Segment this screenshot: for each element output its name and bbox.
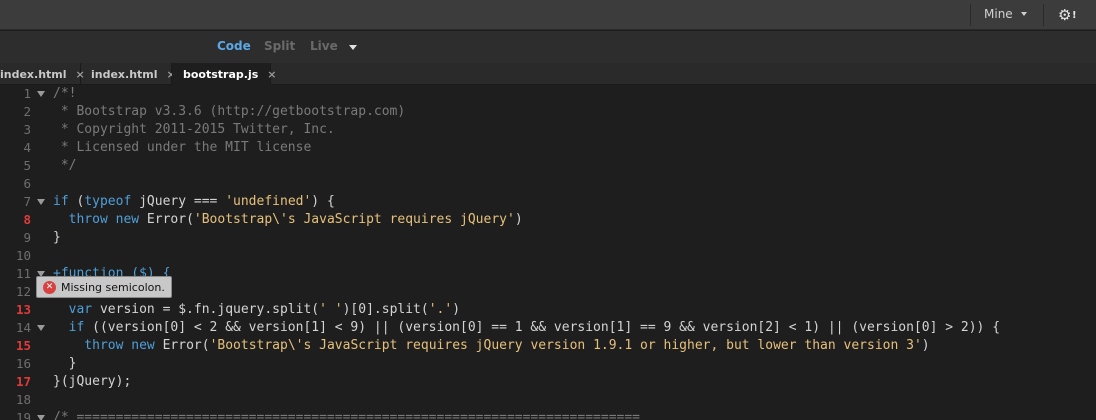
- error-icon: ✕: [43, 280, 56, 294]
- fold-arrow-icon[interactable]: [37, 325, 45, 331]
- code-line: 8 throw new Error('Bootstrap\'s JavaScri…: [0, 211, 1096, 229]
- lint-error-tooltip: ✕ Missing semicolon.: [36, 276, 172, 298]
- tab-index-html-1[interactable]: index.html ×: [0, 63, 85, 85]
- tab-index-html-2[interactable]: index.html ×: [81, 63, 176, 85]
- top-toolbar: Mine ⚙!: [0, 0, 1096, 30]
- live-options-chevron-down-icon[interactable]: [349, 45, 357, 50]
- tab-label: index.html: [91, 67, 158, 81]
- line-number: 2: [23, 104, 31, 119]
- line-number: 1: [23, 86, 31, 101]
- code-line: 9 }: [0, 229, 1096, 247]
- line-number: 4: [23, 140, 31, 155]
- code-line: 6: [0, 175, 1096, 193]
- toolbar-divider: [1043, 4, 1044, 26]
- line-number: 7: [23, 194, 31, 209]
- toolbar-divider: [970, 4, 971, 26]
- line-number-error: 13: [15, 302, 31, 317]
- line-number: 6: [23, 176, 31, 191]
- document-tabs: index.html × index.html × bootstrap.js ×: [0, 63, 1096, 86]
- line-number: 10: [15, 248, 31, 263]
- tab-label: bootstrap.js: [183, 68, 259, 81]
- chevron-down-icon: [1020, 12, 1027, 16]
- workspace-dropdown[interactable]: Mine: [984, 7, 1027, 21]
- code-text: }(jQuery);: [53, 374, 132, 389]
- fold-arrow-icon[interactable]: [37, 415, 45, 420]
- code-line: 5 */: [0, 157, 1096, 175]
- code-text: /* =====================================…: [53, 410, 640, 420]
- line-number: 19: [15, 410, 31, 420]
- code-text: throw new Error('Bootstrap\'s JavaScript…: [53, 212, 523, 227]
- line-number: 16: [15, 356, 31, 371]
- workspace-label: Mine: [984, 7, 1013, 21]
- line-number: 12: [15, 284, 31, 299]
- line-number-error: 15: [15, 338, 31, 353]
- code-line: 2 * Bootstrap v3.3.6 (http://getbootstra…: [0, 103, 1096, 121]
- line-number: 9: [23, 230, 31, 245]
- view-code-button[interactable]: Code: [217, 39, 251, 53]
- code-line: 7 if (typeof jQuery === 'undefined') {: [0, 193, 1096, 211]
- code-line: 18: [0, 391, 1096, 409]
- view-switcher: Code Split Live: [0, 31, 1096, 63]
- tab-label: index.html: [0, 67, 67, 81]
- code-line: 13 var version = $.fn.jquery.split(' ')[…: [0, 301, 1096, 319]
- code-text: if ((version[0] < 2 && version[1] < 9) |…: [53, 320, 1001, 335]
- code-line: 4 * Licensed under the MIT license: [0, 139, 1096, 157]
- code-editor[interactable]: 1 /*! 2 * Bootstrap v3.3.6 (http://getbo…: [0, 85, 1096, 420]
- line-number: 5: [23, 158, 31, 173]
- line-number: 11: [15, 266, 31, 281]
- code-line: 10: [0, 247, 1096, 265]
- code-line: 14 if ((version[0] < 2 && version[1] < 9…: [0, 319, 1096, 337]
- code-text: * Bootstrap v3.3.6 (http://getbootstrap.…: [53, 104, 406, 119]
- code-text: }: [53, 356, 77, 371]
- fold-arrow-icon[interactable]: [37, 199, 45, 205]
- line-number-error: 8: [23, 212, 31, 227]
- code-line: 16 }: [0, 355, 1096, 373]
- tooltip-message: Missing semicolon.: [61, 280, 165, 294]
- view-live-button[interactable]: Live: [310, 39, 338, 53]
- line-number: 14: [15, 320, 31, 335]
- code-line: 15 throw new Error('Bootstrap\'s JavaScr…: [0, 337, 1096, 355]
- code-line: 1 /*!: [0, 85, 1096, 103]
- code-text: */: [53, 158, 77, 173]
- close-icon[interactable]: ×: [267, 68, 276, 81]
- code-text: throw new Error('Bootstrap\'s JavaScript…: [53, 338, 930, 353]
- view-split-button[interactable]: Split: [264, 39, 295, 53]
- code-text: * Licensed under the MIT license: [53, 140, 312, 155]
- fold-arrow-icon[interactable]: [37, 91, 45, 97]
- code-text: /*!: [53, 86, 77, 101]
- line-number-error: 17: [15, 374, 31, 389]
- code-text: var version = $.fn.jquery.split(' ')[0].…: [53, 302, 461, 317]
- code-line: 17 }(jQuery);: [0, 373, 1096, 391]
- code-text: }: [53, 230, 61, 245]
- code-text: * Copyright 2011-2015 Twitter, Inc.: [53, 122, 335, 137]
- code-text: if (typeof jQuery === 'undefined') {: [53, 194, 335, 209]
- code-line: 3 * Copyright 2011-2015 Twitter, Inc.: [0, 121, 1096, 139]
- gear-icon[interactable]: ⚙!: [1058, 6, 1077, 24]
- line-number: 3: [23, 122, 31, 137]
- tab-bootstrap-js[interactable]: bootstrap.js ×: [172, 63, 277, 86]
- code-line: 19 /* ==================================…: [0, 409, 1096, 420]
- line-number: 18: [15, 392, 31, 407]
